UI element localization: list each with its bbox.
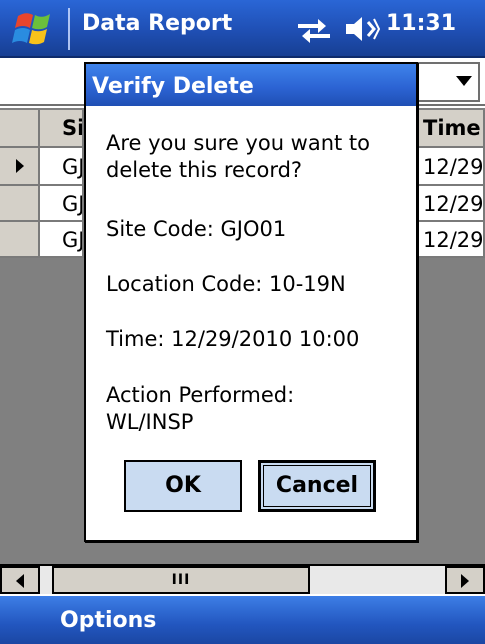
dialog-site-code: Site Code: GJO01: [106, 217, 287, 241]
dialog-title: Verify Delete: [86, 64, 416, 106]
options-menu[interactable]: Options: [60, 608, 156, 633]
column-header-time[interactable]: Time: [418, 110, 485, 148]
sync-arrows-icon[interactable]: [296, 14, 332, 44]
current-row-icon: [16, 159, 24, 173]
grid-corner: [0, 110, 40, 148]
dialog-question-line2: delete this record?: [106, 158, 303, 182]
dialog-action-line2: WL/INSP: [106, 410, 194, 434]
ok-button[interactable]: OK: [124, 460, 242, 512]
cancel-button[interactable]: Cancel: [258, 460, 376, 512]
column-header-site[interactable]: Sit: [40, 110, 84, 148]
chevron-down-icon[interactable]: [456, 76, 472, 86]
clock[interactable]: 11:31: [386, 11, 456, 36]
row-header[interactable]: [0, 222, 40, 258]
arrow-left-icon: [16, 574, 24, 588]
scrollbar-thumb[interactable]: III: [52, 566, 310, 594]
table-cell-time[interactable]: 12/29: [418, 186, 485, 222]
row-header[interactable]: [0, 148, 40, 186]
dialog-action-line1: Action Performed:: [106, 383, 295, 407]
scroll-left-button[interactable]: [0, 566, 40, 594]
dialog-time: Time: 12/29/2010 10:00: [106, 327, 360, 351]
table-cell-time[interactable]: 12/29: [418, 222, 485, 258]
speaker-icon[interactable]: [344, 13, 380, 45]
table-cell-time[interactable]: 12/29: [418, 148, 485, 186]
table-cell-site[interactable]: GJ: [40, 186, 84, 222]
title-bar: Data Report 11:31: [0, 0, 485, 58]
title-divider: [68, 8, 70, 50]
table-cell-site[interactable]: GJ: [40, 222, 84, 258]
windows-flag-icon[interactable]: [12, 6, 58, 52]
verify-delete-dialog: Verify Delete Are you sure you want to d…: [84, 62, 418, 542]
scroll-right-button[interactable]: [445, 566, 485, 594]
arrow-right-icon: [461, 574, 469, 588]
row-header[interactable]: [0, 186, 40, 222]
table-cell-site[interactable]: GJ: [40, 148, 84, 186]
app-title: Data Report: [82, 11, 233, 36]
dialog-location-code: Location Code: 10-19N: [106, 272, 346, 296]
dialog-question-line1: Are you sure you want to: [106, 131, 371, 155]
